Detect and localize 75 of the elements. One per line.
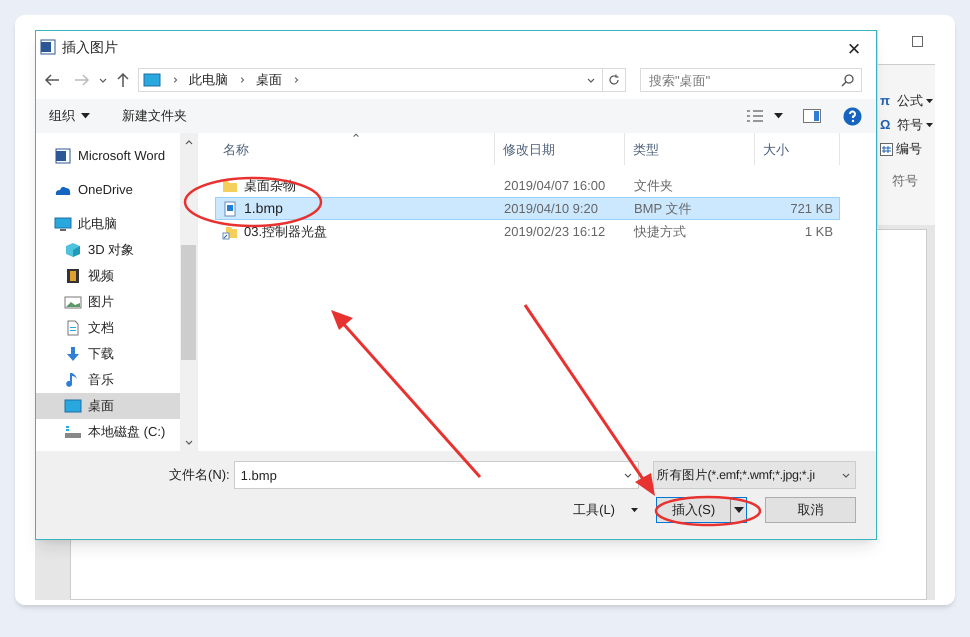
caret-icon [774, 113, 783, 119]
close-button[interactable]: × [832, 32, 876, 62]
cancel-button[interactable]: 取消 [765, 497, 856, 523]
sidebar-item[interactable]: 此电脑 [36, 211, 180, 237]
column-header[interactable]: 类型 [625, 133, 755, 165]
down-arrow-icon [64, 346, 82, 362]
image-icon [64, 294, 82, 310]
caret-icon [926, 122, 933, 128]
caret-icon [926, 98, 933, 104]
scroll-thumb[interactable] [181, 245, 196, 360]
file-size: 721 KB [789, 200, 833, 218]
file-row[interactable]: 1.bmp 2019/04/10 9:20 BMP 文件 721 KB [215, 197, 840, 220]
ribbon-button[interactable]: 编号 [880, 139, 935, 159]
sidebar-item[interactable]: 音乐 [36, 367, 180, 393]
file-date: 2019/04/07 16:00 [503, 176, 606, 195]
monitor-icon [143, 72, 161, 88]
tools-button[interactable]: 工具(L) [573, 500, 638, 520]
sidebar-item[interactable]: 下载 [36, 341, 180, 367]
monitor-icon [54, 216, 72, 232]
ribbon-button[interactable]: π 公式 [880, 91, 935, 111]
sidebar-item[interactable]: Microsoft Word [36, 143, 180, 169]
refresh-icon[interactable] [608, 74, 620, 86]
filename-label: 文件名(N): [169, 466, 230, 484]
column-header[interactable]: 修改日期 [495, 133, 625, 165]
file-row[interactable]: 03.控制器光盘 2019/02/23 16:12 快捷方式 1 KB [215, 220, 840, 243]
organize-button[interactable]: 组织 [49, 106, 90, 126]
file-type: 文件夹 [633, 176, 674, 195]
film-icon [64, 268, 82, 284]
monitor-icon [64, 398, 82, 414]
drive-icon [64, 424, 82, 440]
search-field[interactable]: 搜索"桌面" [640, 68, 862, 92]
file-type: 快捷方式 [632, 222, 687, 241]
filename-field[interactable]: 1.bmp [234, 461, 639, 489]
sort-caret-icon [351, 131, 361, 139]
file-name: 03.控制器光盘 [244, 222, 328, 241]
breadcrumb[interactable]: 此电脑 [189, 70, 228, 90]
cube-icon [64, 242, 82, 258]
caret-icon [631, 508, 638, 512]
back-arrow-icon[interactable] [44, 73, 60, 87]
file-name: 1.bmp [244, 199, 283, 218]
sidebar-item[interactable]: 文档 [36, 315, 180, 341]
file-date: 2019/02/23 16:12 [503, 222, 606, 241]
caret-icon [81, 113, 90, 119]
sidebar-item[interactable]: 本地磁盘 (C:) [36, 419, 180, 445]
sidebar-item[interactable]: OneDrive [36, 177, 180, 203]
chevron-right-icon [292, 76, 300, 84]
image-file-icon [222, 200, 238, 216]
column-header[interactable]: 大小 [755, 133, 840, 165]
scrollbar[interactable] [180, 133, 197, 451]
caret-icon [734, 507, 744, 513]
new-folder-button[interactable]: 新建文件夹 [122, 106, 187, 126]
sidebar-item[interactable]: 图片 [36, 289, 180, 315]
sidebar-item[interactable]: 视频 [36, 263, 180, 289]
search-icon [841, 74, 854, 87]
file-type: BMP 文件 [633, 200, 693, 218]
up-arrow-icon[interactable] [116, 72, 130, 88]
help-icon[interactable] [843, 106, 862, 126]
filetype-dropdown[interactable]: 所有图片(*.emf;*.wmf;*.jpg;*.jı [652, 461, 856, 489]
window-title: 插入图片 [62, 38, 118, 56]
sidebar-item[interactable]: 桌面 [36, 393, 180, 419]
column-header[interactable]: 名称 [215, 133, 495, 165]
address-bar[interactable]: 此电脑 桌面 [138, 68, 626, 92]
pi-icon: π [880, 91, 894, 111]
preview-pane-icon[interactable] [803, 109, 821, 123]
breadcrumb[interactable]: 桌面 [256, 70, 282, 90]
chevron-right-icon [171, 76, 179, 84]
ribbon-group-label: 符号 [891, 172, 919, 190]
ribbon-button[interactable]: Ω 符号 [880, 115, 935, 135]
sidebar-item[interactable]: 3D 对象 [36, 237, 180, 263]
view-list-icon[interactable] [746, 109, 764, 123]
maximize-icon[interactable] [912, 36, 923, 47]
file-date: 2019/04/10 9:20 [503, 200, 599, 218]
chevron-right-icon [238, 76, 246, 84]
file-size: 1 KB [804, 222, 833, 241]
omega-icon: Ω [880, 115, 894, 135]
